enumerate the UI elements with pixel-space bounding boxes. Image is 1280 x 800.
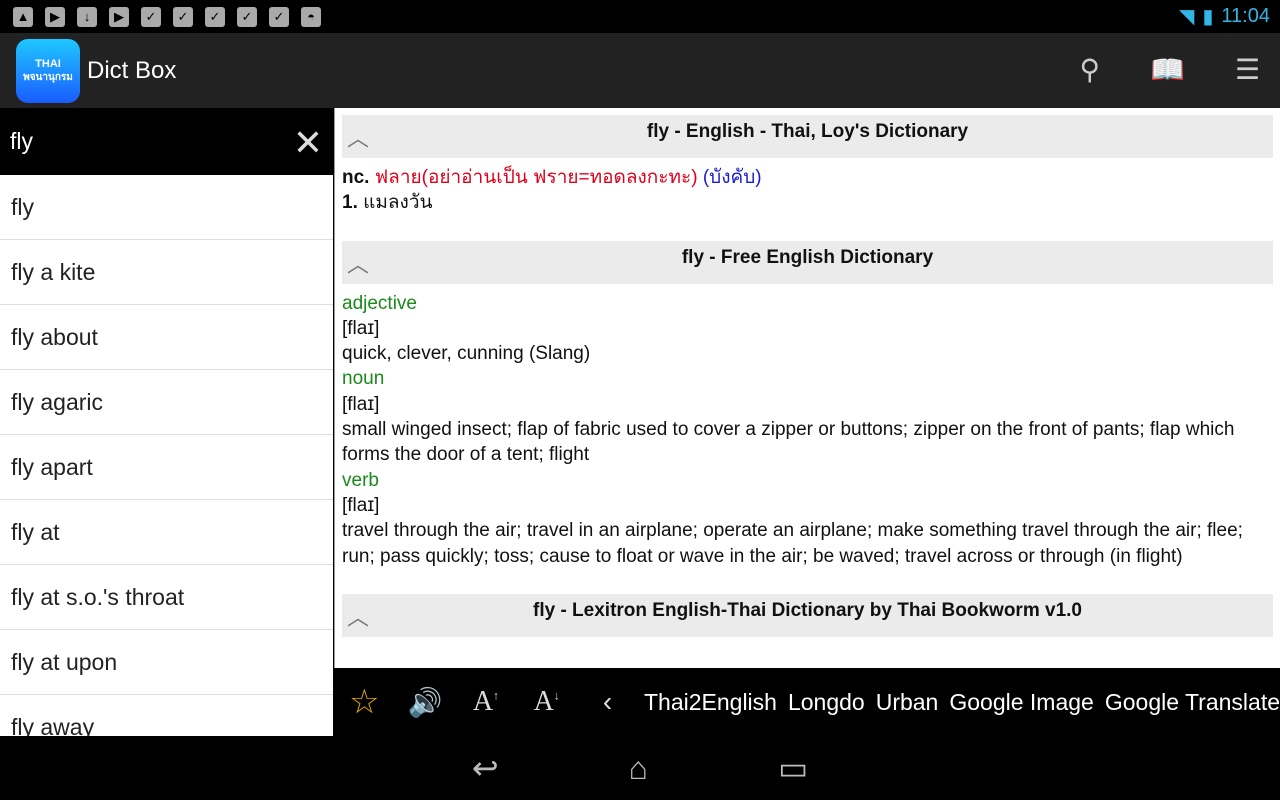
word-list-panel: ✕ flyfly a kitefly aboutfly agaricfly ap…: [0, 108, 333, 736]
font-decrease-icon[interactable]: A↓: [516, 686, 577, 718]
download-icon: ↓: [77, 6, 97, 27]
list-item[interactable]: fly apart: [0, 435, 333, 500]
chevron-up-icon[interactable]: ︿: [347, 121, 369, 153]
definition-panel[interactable]: ︿ fly - English - Thai, Loy's Dictionary …: [334, 108, 1280, 668]
section-header[interactable]: ︿ fly - Lexitron English-Thai Dictionary …: [342, 593, 1273, 637]
image-icon: ▲: [13, 6, 33, 27]
menu-list-icon[interactable]: ☰: [1235, 53, 1260, 86]
part-of-speech: verb: [342, 469, 379, 491]
pronunciation: [flaɪ]: [342, 494, 380, 516]
app-logo[interactable]: THAI พจนานุกรม: [16, 38, 80, 103]
android-icon: ◓: [301, 6, 321, 27]
back-icon[interactable]: ↩: [472, 749, 499, 787]
search-icon[interactable]: ⚲: [1080, 53, 1101, 86]
store-check-icon: ✓: [205, 6, 225, 27]
dictionary-link[interactable]: Google Translate: [1105, 689, 1280, 716]
definition-body: nc. ฟลาย(อย่าอ่านเป็น ฟราย=ทอดลงกะทะ) (บ…: [342, 167, 762, 214]
home-icon[interactable]: ⌂: [629, 750, 648, 787]
youtube-icon: ▶: [45, 6, 65, 27]
definition: travel through the air; travel in an air…: [342, 520, 1243, 567]
store-check-icon: ✓: [269, 6, 289, 27]
list-item[interactable]: fly a kite: [0, 240, 333, 305]
section-header[interactable]: ︿ fly - Free English Dictionary: [342, 240, 1273, 284]
recents-icon[interactable]: ▭: [778, 749, 808, 787]
pronunciation: [flaɪ]: [342, 317, 380, 339]
list-item[interactable]: fly at s.o.'s throat: [0, 565, 333, 630]
search-input[interactable]: [10, 128, 280, 155]
dictionary-link[interactable]: Google Image: [949, 689, 1093, 716]
play-store-icon: ▶: [109, 6, 129, 27]
font-increase-icon[interactable]: A↑: [456, 686, 517, 718]
chevron-up-icon[interactable]: ︿: [347, 600, 369, 632]
list-item[interactable]: fly about: [0, 305, 333, 370]
dictionary-link[interactable]: Urban: [876, 689, 939, 716]
chevron-left-icon[interactable]: ‹: [577, 686, 638, 718]
part-of-speech: adjective: [342, 292, 417, 314]
star-icon[interactable]: ☆: [334, 682, 395, 722]
list-item[interactable]: fly away: [0, 695, 333, 736]
list-item[interactable]: fly: [0, 175, 333, 240]
dictionary-link[interactable]: Thai2English: [644, 689, 777, 716]
close-icon[interactable]: ✕: [293, 122, 323, 164]
section-header[interactable]: ︿ fly - English - Thai, Loy's Dictionary: [342, 115, 1273, 158]
store-check-icon: ✓: [141, 6, 161, 27]
pronunciation: [flaɪ]: [342, 393, 380, 415]
action-bar: THAI พจนานุกรม Dict Box ⚲ 📖 ☰: [0, 33, 1280, 108]
list-item[interactable]: fly at upon: [0, 630, 333, 695]
speaker-icon[interactable]: 🔊: [395, 686, 456, 719]
store-check-icon: ✓: [237, 6, 257, 27]
chevron-up-icon[interactable]: ︿: [347, 247, 369, 279]
part-of-speech: noun: [342, 368, 385, 390]
clock: 11:04: [1221, 5, 1270, 27]
app-title: Dict Box: [87, 56, 177, 84]
battery-icon: ▮: [1202, 6, 1214, 28]
definition: quick, clever, cunning (Slang): [342, 343, 591, 365]
wifi-icon: ◥: [1179, 6, 1195, 28]
status-bar: ▲ ▶ ↓ ▶ ✓ ✓ ✓ ✓ ✓ ◓ ◥ ▮ 11:04: [0, 0, 1280, 33]
list-item[interactable]: fly at: [0, 500, 333, 565]
store-check-icon: ✓: [173, 6, 193, 27]
definition-body: adjective [flaɪ] quick, clever, cunning (S…: [342, 291, 1273, 569]
book-icon[interactable]: 📖: [1150, 53, 1185, 86]
definition: small winged insect; flap of fabric used…: [342, 419, 1235, 466]
dictionary-link[interactable]: Longdo: [788, 689, 865, 716]
bottom-toolbar: ☆ 🔊 A↑ A↓ ‹ Thai2English Longdo Urban Googl…: [334, 668, 1280, 736]
navigation-bar: ↩ ⌂ ▭: [0, 736, 1280, 800]
search-bar: ✕: [0, 108, 333, 175]
list-item[interactable]: fly agaric: [0, 370, 333, 435]
